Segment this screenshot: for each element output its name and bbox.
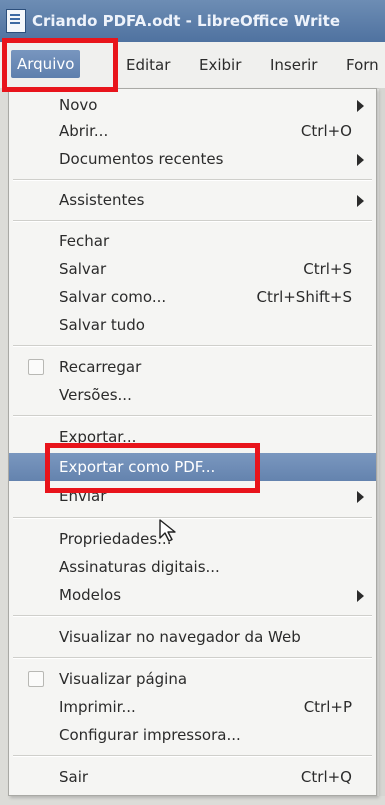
submenu-arrow-icon bbox=[357, 195, 364, 207]
menu-item-salvar-tudo[interactable]: Salvar tudo bbox=[9, 311, 376, 339]
window-title: Criando PDFA.odt - LibreOffice Write bbox=[32, 12, 340, 30]
menu-item-label: Modelos bbox=[59, 586, 122, 604]
menu-item-label: Configurar impressora... bbox=[59, 726, 241, 744]
mouse-pointer-icon bbox=[159, 519, 176, 542]
submenu-arrow-icon bbox=[357, 100, 364, 112]
menu-item-label: Abrir... bbox=[59, 122, 109, 140]
menu-inserir[interactable]: Inserir bbox=[264, 42, 323, 88]
menu-item-recarregar[interactable]: Recarregar bbox=[9, 353, 376, 381]
menu-item-shortcut: Ctrl+P bbox=[303, 698, 352, 716]
menu-item-exportar[interactable]: Exportar... bbox=[9, 423, 376, 451]
menu-formatar[interactable]: Forn bbox=[340, 42, 385, 88]
menu-item-fechar[interactable]: Fechar bbox=[9, 227, 376, 255]
menu-item-label: Recarregar bbox=[59, 358, 142, 376]
submenu-arrow-icon bbox=[357, 590, 364, 602]
menu-item-abrir[interactable]: Abrir... Ctrl+O bbox=[9, 117, 376, 145]
menubar: Arquivo Editar Exibir Inserir Forn bbox=[0, 42, 385, 89]
menu-item-label: Fechar bbox=[59, 232, 110, 250]
menu-item-label: Enviar bbox=[59, 487, 107, 505]
menu-item-documentos-recentes[interactable]: Documentos recentes bbox=[9, 145, 376, 173]
menu-item-configurar-impressora[interactable]: Configurar impressora... bbox=[9, 721, 376, 749]
menu-item-salvar-como[interactable]: Salvar como... Ctrl+Shift+S bbox=[9, 283, 376, 311]
menu-item-label: Exportar como PDF... bbox=[59, 458, 216, 476]
menu-item-shortcut: Ctrl+O bbox=[300, 122, 352, 140]
menu-separator bbox=[13, 755, 372, 757]
menu-item-shortcut: Ctrl+S bbox=[303, 260, 352, 278]
menu-item-label: Documentos recentes bbox=[59, 150, 224, 168]
menu-item-label: Exportar... bbox=[59, 428, 137, 446]
menu-item-novo[interactable]: Novo bbox=[9, 91, 376, 119]
menu-item-versoes[interactable]: Versões... bbox=[9, 381, 376, 409]
menu-item-shortcut: Ctrl+Q bbox=[300, 768, 352, 786]
menu-item-label: Sair bbox=[59, 768, 89, 786]
menu-item-propriedades[interactable]: Propriedades... bbox=[9, 525, 376, 553]
menu-item-imprimir[interactable]: Imprimir... Ctrl+P bbox=[9, 693, 376, 721]
menu-item-label: Versões... bbox=[59, 386, 132, 404]
menu-item-label: Novo bbox=[59, 96, 98, 114]
checkbox-icon bbox=[28, 671, 44, 687]
menu-arquivo[interactable]: Arquivo bbox=[11, 50, 81, 78]
menu-separator bbox=[13, 345, 372, 347]
menu-item-label: Visualizar página bbox=[59, 670, 188, 688]
menu-item-label: Salvar bbox=[59, 260, 107, 278]
menu-editar[interactable]: Editar bbox=[120, 42, 176, 88]
menu-item-shortcut: Ctrl+Shift+S bbox=[256, 288, 352, 306]
document-bottom-edge bbox=[0, 796, 385, 805]
menu-separator bbox=[13, 517, 372, 519]
window-titlebar: Criando PDFA.odt - LibreOffice Write bbox=[0, 0, 385, 42]
menu-item-salvar[interactable]: Salvar Ctrl+S bbox=[9, 255, 376, 283]
menu-item-visualizar-pagina[interactable]: Visualizar página bbox=[9, 665, 376, 693]
submenu-arrow-icon bbox=[357, 154, 364, 166]
menu-separator bbox=[13, 615, 372, 617]
menu-item-assinaturas-digitais[interactable]: Assinaturas digitais... bbox=[9, 553, 376, 581]
submenu-arrow-icon bbox=[357, 491, 364, 503]
menu-separator bbox=[13, 179, 372, 181]
menu-item-label: Assistentes bbox=[59, 191, 145, 209]
menu-item-exportar-como-pdf[interactable]: Exportar como PDF... bbox=[9, 453, 376, 481]
arquivo-dropdown-menu: Novo Abrir... Ctrl+O Documentos recentes… bbox=[8, 88, 377, 796]
menu-item-modelos[interactable]: Modelos bbox=[9, 581, 376, 609]
document-right-edge bbox=[379, 88, 385, 805]
menu-separator bbox=[13, 220, 372, 222]
menu-item-label: Propriedades... bbox=[59, 530, 172, 548]
menu-item-label: Salvar tudo bbox=[59, 316, 145, 334]
document-icon bbox=[6, 9, 26, 33]
menu-item-assistentes[interactable]: Assistentes bbox=[9, 186, 376, 214]
menu-separator bbox=[13, 415, 372, 417]
menu-item-sair[interactable]: Sair Ctrl+Q bbox=[9, 763, 376, 791]
menu-item-enviar[interactable]: Enviar bbox=[9, 482, 376, 510]
menu-item-label: Imprimir... bbox=[59, 698, 136, 716]
checkbox-icon bbox=[28, 359, 44, 375]
menu-item-label: Salvar como... bbox=[59, 288, 167, 306]
menu-exibir[interactable]: Exibir bbox=[193, 42, 247, 88]
menu-separator bbox=[13, 657, 372, 659]
menu-item-label: Assinaturas digitais... bbox=[59, 558, 220, 576]
menu-item-visualizar-navegador-web[interactable]: Visualizar no navegador da Web bbox=[9, 623, 376, 651]
menu-item-label: Visualizar no navegador da Web bbox=[59, 628, 301, 646]
